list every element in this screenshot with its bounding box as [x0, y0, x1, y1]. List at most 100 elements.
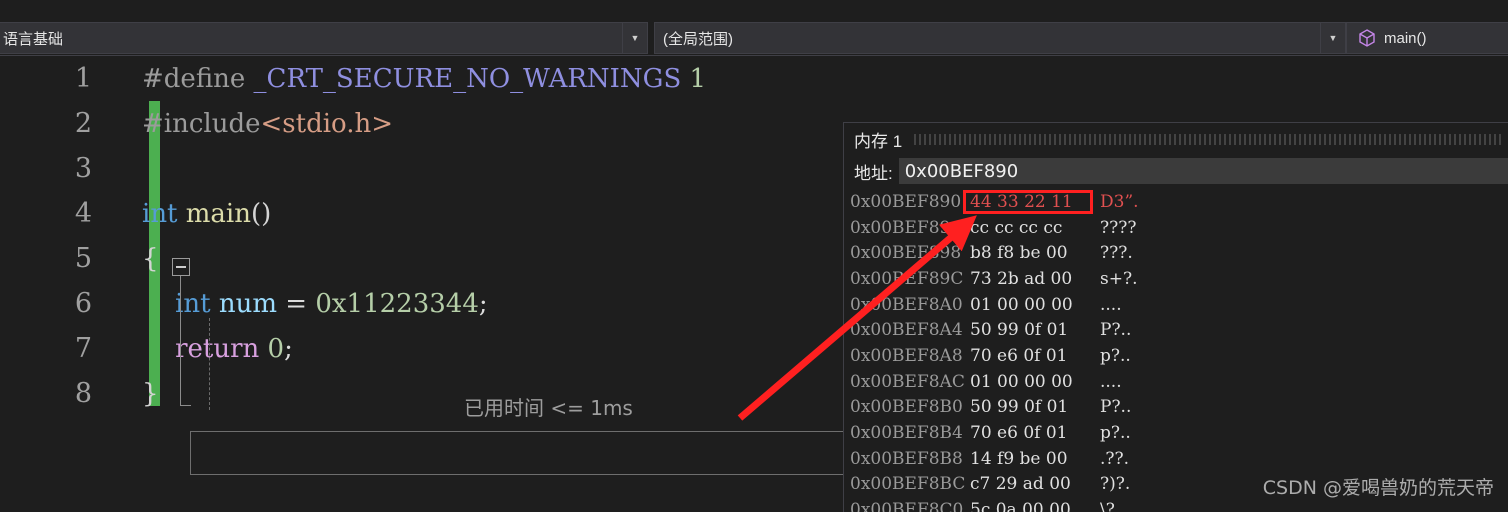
cube-icon [1359, 29, 1375, 47]
memory-row-bytes[interactable]: b8 f8 be 00 [970, 243, 1100, 263]
memory-row-address: 0x00BEF8BC [850, 474, 966, 495]
token-number: 0x11223344 [315, 288, 479, 319]
line-number: 4 [74, 198, 92, 229]
editor-navigation-bar: 语言基础 ▼ (全局范围) ▼ main() [0, 0, 1508, 56]
code-line[interactable]: 5 { [0, 236, 860, 281]
project-scope-label: 语言基础 [3, 30, 64, 48]
memory-row-address: 0x00BEF89C [850, 268, 964, 289]
current-line-highlight [190, 431, 850, 475]
token-operator: = [277, 288, 316, 319]
token-brace: } [142, 378, 159, 409]
token-preprocessor: #define [142, 63, 246, 94]
memory-row-bytes[interactable]: 5c 0a 00 00 [970, 500, 1100, 512]
memory-row-ascii: .... [1100, 371, 1122, 392]
memory-row[interactable]: 0x00BEF898 b8 f8 be 00???. [844, 240, 1508, 266]
code-line[interactable]: 4 int main() [0, 191, 860, 236]
memory-row[interactable]: 0x00BEF8A4 50 99 0f 01 P?.. [844, 317, 1508, 343]
member-dropdown-content: main() [1347, 28, 1508, 48]
line-number: 1 [74, 63, 92, 94]
memory-row-address: 0x00BEF894 [850, 217, 962, 238]
memory-row-bytes[interactable]: 01 00 00 00 [970, 372, 1100, 392]
memory-dump-grid[interactable]: 0x00BEF890 44 33 22 11 D3”. 0x00BEF894 cc cc… [844, 187, 1508, 512]
token-brace: { [142, 243, 159, 274]
token-keyword: int [142, 198, 178, 229]
memory-row-ascii: D3”. [1100, 191, 1139, 212]
fold-guide-line [180, 276, 181, 406]
memory-row-bytes[interactable]: 44 33 22 11 [970, 192, 1100, 212]
project-scope-dropdown[interactable]: 语言基础 ▼ [0, 22, 648, 54]
memory-row-ascii: ?)?. [1100, 474, 1131, 495]
token-preprocessor: #include [142, 108, 261, 139]
line-number: 5 [74, 243, 92, 274]
token-variable: num [210, 288, 277, 319]
memory-row[interactable]: 0x00BEF8B0 50 99 0f 01 P?.. [844, 395, 1508, 421]
chevron-down-icon[interactable]: ▼ [622, 23, 647, 53]
memory-row-ascii: P?.. [1100, 320, 1132, 341]
address-input[interactable] [898, 158, 1508, 184]
memory-row-address: 0x00BEF8A8 [850, 345, 963, 366]
memory-row-bytes[interactable]: 14 f9 be 00 [970, 449, 1100, 469]
memory-row[interactable]: 0x00BEF8A0 01 00 00 00.... [844, 292, 1508, 318]
member-dropdown[interactable]: main() [1346, 22, 1508, 54]
memory-row-address: 0x00BEF8B8 [850, 448, 963, 469]
memory-row-bytes[interactable]: 50 99 0f 01 [970, 397, 1100, 417]
memory-row-bytes[interactable]: 70 e6 0f 01 [970, 346, 1100, 366]
token-parens: () [251, 198, 272, 229]
memory-row[interactable]: 0x00BEF8B8 14 f9 be 00.??. [844, 446, 1508, 472]
global-scope-label: (全局范围) [663, 30, 733, 48]
code-line[interactable]: 6 int num = 0x11223344; [0, 281, 860, 326]
code-line-content: return 0; [142, 334, 293, 364]
memory-row-ascii: P?.. [1100, 397, 1132, 418]
code-line-content: int num = 0x11223344; [142, 289, 488, 319]
token-keyword: return [175, 333, 260, 364]
collapse-minus-icon[interactable] [172, 258, 190, 276]
chevron-down-icon[interactable]: ▼ [1320, 23, 1345, 53]
memory-row-address: 0x00BEF8B0 [850, 397, 963, 418]
memory-window-titlebar[interactable]: 内存 1 [844, 123, 1508, 155]
memory-row[interactable]: 0x00BEF8B4 70 e6 0f 01 p?.. [844, 420, 1508, 446]
memory-row-address: 0x00BEF898 [850, 243, 962, 264]
line-number: 2 [74, 108, 92, 139]
memory-row[interactable]: 0x00BEF890 44 33 22 11 D3”. [844, 189, 1508, 215]
global-scope-dropdown[interactable]: (全局范围) ▼ [654, 22, 1346, 54]
line-number: 8 [74, 378, 92, 409]
line-number: 3 [74, 153, 92, 184]
code-line[interactable]: 1 #define _CRT_SECURE_NO_WARNINGS 1 [0, 56, 860, 101]
drag-grip-icon[interactable] [914, 133, 1504, 145]
memory-row-bytes[interactable]: 01 00 00 00 [970, 295, 1100, 315]
memory-row-ascii: ???? [1100, 217, 1137, 238]
code-line[interactable]: 3 [0, 146, 860, 191]
code-line[interactable]: 8 } [0, 371, 860, 416]
line-number: 6 [74, 288, 92, 319]
memory-row[interactable]: 0x00BEF894 cc cc cc cc???? [844, 215, 1508, 241]
memory-row-address: 0x00BEF8A0 [850, 294, 963, 315]
member-label: main() [1384, 29, 1427, 47]
token-semicolon: ; [284, 333, 293, 364]
memory-row[interactable]: 0x00BEF8A8 70 e6 0f 01 p?.. [844, 343, 1508, 369]
code-line-content: { [142, 244, 159, 274]
elapsed-time-hint: 已用时间 <= 1ms [464, 396, 633, 420]
memory-row-bytes[interactable]: 50 99 0f 01 [970, 320, 1100, 340]
memory-row[interactable]: 0x00BEF8AC 01 00 00 00.... [844, 369, 1508, 395]
memory-row-ascii: .... [1100, 294, 1122, 315]
token-function-name: main [177, 198, 251, 229]
memory-row[interactable]: 0x00BEF89C 73 2b ad 00 s+?. [844, 266, 1508, 292]
memory-address-bar[interactable]: 地址: [844, 155, 1508, 187]
memory-row-bytes[interactable]: cc cc cc cc [970, 218, 1100, 238]
memory-row-ascii: .??. [1100, 448, 1130, 469]
memory-row-ascii: s+?. [1100, 268, 1138, 289]
memory-row-ascii: p?.. [1100, 345, 1131, 366]
memory-row-ascii: \?.. [1100, 500, 1126, 512]
memory-row-address: 0x00BEF8A4 [850, 320, 963, 341]
token-number: 1 [681, 63, 707, 94]
memory-window[interactable]: 内存 1 地址: 0x00BEF89044 33 22 11D3”.0x00BE… [843, 122, 1508, 512]
code-line-content: #define _CRT_SECURE_NO_WARNINGS 1 [142, 64, 706, 94]
memory-row-bytes[interactable]: 70 e6 0f 01 [970, 423, 1100, 443]
token-semicolon: ; [478, 288, 488, 319]
code-line[interactable]: 7 return 0; [0, 326, 860, 371]
memory-row-bytes[interactable]: 73 2b ad 00 [970, 269, 1100, 289]
code-line[interactable]: 2 #include<stdio.h> [0, 101, 860, 146]
token-number: 0 [259, 333, 285, 364]
memory-row-address: 0x00BEF8AC [850, 371, 965, 392]
memory-row-bytes[interactable]: c7 29 ad 00 [970, 474, 1100, 494]
